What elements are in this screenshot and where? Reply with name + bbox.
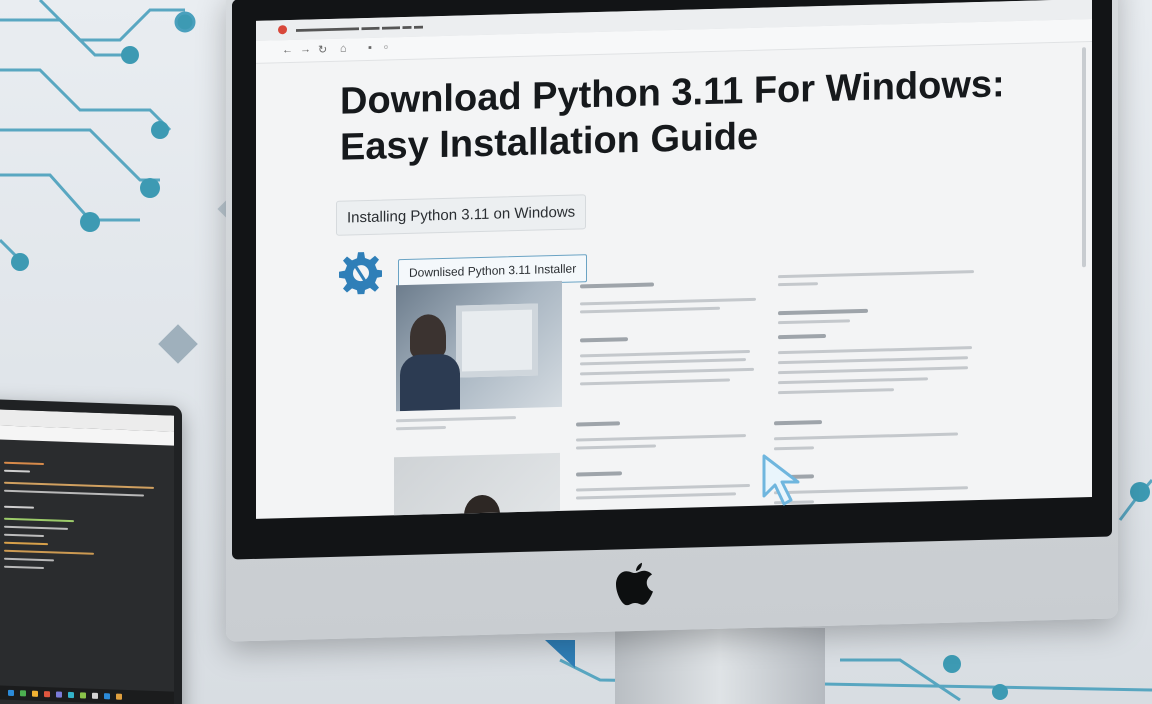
gear-icon <box>339 252 382 295</box>
scene-background: ▬▬▬▬▬▬▬ ▬▬ ▬▬ ▬ ▬ ← → ↻ ⌂ ▪ ▫ Download P… <box>0 0 1152 704</box>
code-line <box>4 489 144 497</box>
browser-tab[interactable]: ▬▬▬▬▬▬▬ ▬▬ ▬▬ ▬ ▬ <box>296 21 423 34</box>
monitor-bezel: ▬▬▬▬▬▬▬ ▬▬ ▬▬ ▬ ▬ ← → ↻ ⌂ ▪ ▫ Download P… <box>232 0 1112 560</box>
code-line <box>4 565 44 570</box>
code-line <box>4 541 48 546</box>
code-line <box>4 481 154 489</box>
article-photo <box>394 452 560 519</box>
browser-window: ▬▬▬▬▬▬▬ ▬▬ ▬▬ ▬ ▬ ← → ↻ ⌂ ▪ ▫ Download P… <box>256 0 1092 519</box>
page-scrollbar[interactable] <box>1082 47 1086 268</box>
article-photo <box>396 280 562 412</box>
page-title: Download Python 3.11 For Windows: Easy I… <box>340 60 1060 171</box>
code-line <box>4 517 74 523</box>
home-icon[interactable]: ⌂ <box>340 43 347 55</box>
code-line <box>4 533 44 538</box>
extension-icon[interactable]: ▫ <box>384 41 388 53</box>
back-icon[interactable]: ← <box>282 44 293 56</box>
imac-monitor: ▬▬▬▬▬▬▬ ▬▬ ▬▬ ▬ ▬ ← → ↻ ⌂ ▪ ▫ Download P… <box>226 0 1118 642</box>
imac-stand <box>615 628 825 704</box>
section-subtitle: Installing Python 3.11 on Windows <box>336 194 587 236</box>
laptop <box>0 398 182 704</box>
code-line <box>4 505 34 509</box>
close-icon[interactable] <box>278 25 287 35</box>
forward-icon[interactable]: → <box>300 43 311 55</box>
code-line <box>4 549 94 555</box>
reload-icon[interactable]: ↻ <box>318 43 327 56</box>
laptop-taskbar <box>0 684 174 704</box>
lock-icon: ▪ <box>368 41 372 54</box>
laptop-screen <box>0 408 174 704</box>
code-line <box>4 461 44 466</box>
page-title-line-2: Easy Installation Guide <box>340 115 759 169</box>
code-line <box>4 525 68 530</box>
code-line <box>4 469 30 473</box>
page-title-line-1: Download Python 3.11 For Windows: <box>340 63 1005 123</box>
apple-logo-icon <box>616 562 653 606</box>
mouse-cursor-icon <box>762 454 800 506</box>
code-line <box>4 557 54 562</box>
